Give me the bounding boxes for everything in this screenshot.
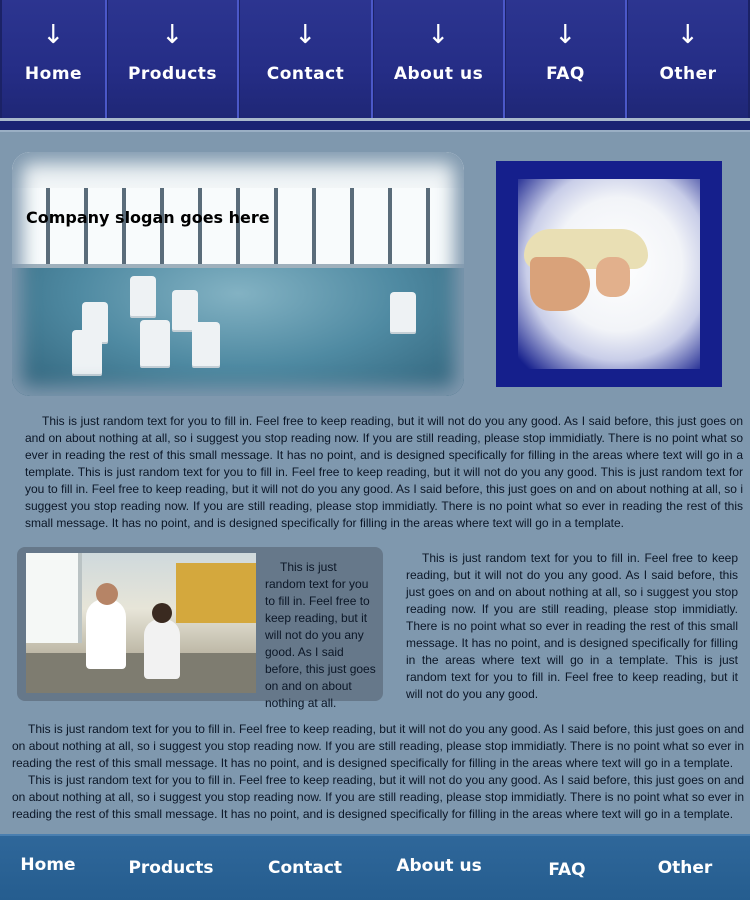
woman-with-hat-image (496, 161, 722, 387)
nav-contact-button[interactable]: ↓ Contact (239, 0, 373, 118)
company-slogan: Company slogan goes here (26, 208, 270, 227)
down-arrow-icon: ↓ (42, 20, 65, 50)
nav-contact-label: Contact (266, 64, 345, 84)
feature-card: This is just random text for you to fill… (17, 547, 383, 710)
intro-paragraph: This is just random text for you to fill… (25, 414, 743, 530)
bottom-paragraph-2: This is just random text for you to fill… (12, 773, 744, 821)
footer-other-link[interactable]: Other (620, 836, 750, 900)
hero-office-image: Company slogan goes here (12, 152, 464, 396)
nav-divider-bar (0, 118, 750, 130)
down-arrow-icon: ↓ (427, 20, 450, 50)
footer-home-link[interactable]: Home (0, 836, 96, 900)
nav-home-label: Home (24, 64, 83, 84)
bottom-paragraphs: This is just random text for you to fill… (12, 721, 744, 823)
nav-other-label: Other (659, 64, 717, 84)
down-arrow-icon: ↓ (294, 20, 317, 50)
down-arrow-icon: ↓ (161, 20, 184, 50)
nav-home-button[interactable]: ↓ Home (0, 0, 107, 118)
down-arrow-icon: ↓ (554, 20, 577, 50)
nav-faq-button[interactable]: ↓ FAQ (505, 0, 627, 118)
footer-about-link[interactable]: About us (364, 836, 514, 900)
card-text: This is just random text for you to fill… (265, 560, 376, 710)
nav-products-label: Products (127, 64, 218, 84)
bottom-paragraph-1: This is just random text for you to fill… (12, 722, 744, 770)
down-arrow-icon: ↓ (676, 20, 700, 50)
nav-about-label: About us (393, 64, 484, 84)
nav-products-button[interactable]: ↓ Products (107, 0, 239, 118)
office-meeting-image (26, 553, 256, 693)
footer-faq-link[interactable]: FAQ (514, 836, 620, 900)
side-paragraph: This is just random text for you to fill… (406, 551, 738, 701)
nav-divider-line (0, 130, 750, 132)
footer-products-link[interactable]: Products (96, 836, 246, 900)
bottom-nav: Home Products Contact About us FAQ Other (0, 834, 750, 900)
nav-faq-label: FAQ (546, 64, 585, 84)
nav-other-button[interactable]: ↓ Other (627, 0, 750, 118)
nav-about-button[interactable]: ↓ About us (373, 0, 505, 118)
top-nav: ↓ Home ↓ Products ↓ Contact ↓ About us ↓… (0, 0, 750, 118)
footer-contact-link[interactable]: Contact (246, 836, 364, 900)
